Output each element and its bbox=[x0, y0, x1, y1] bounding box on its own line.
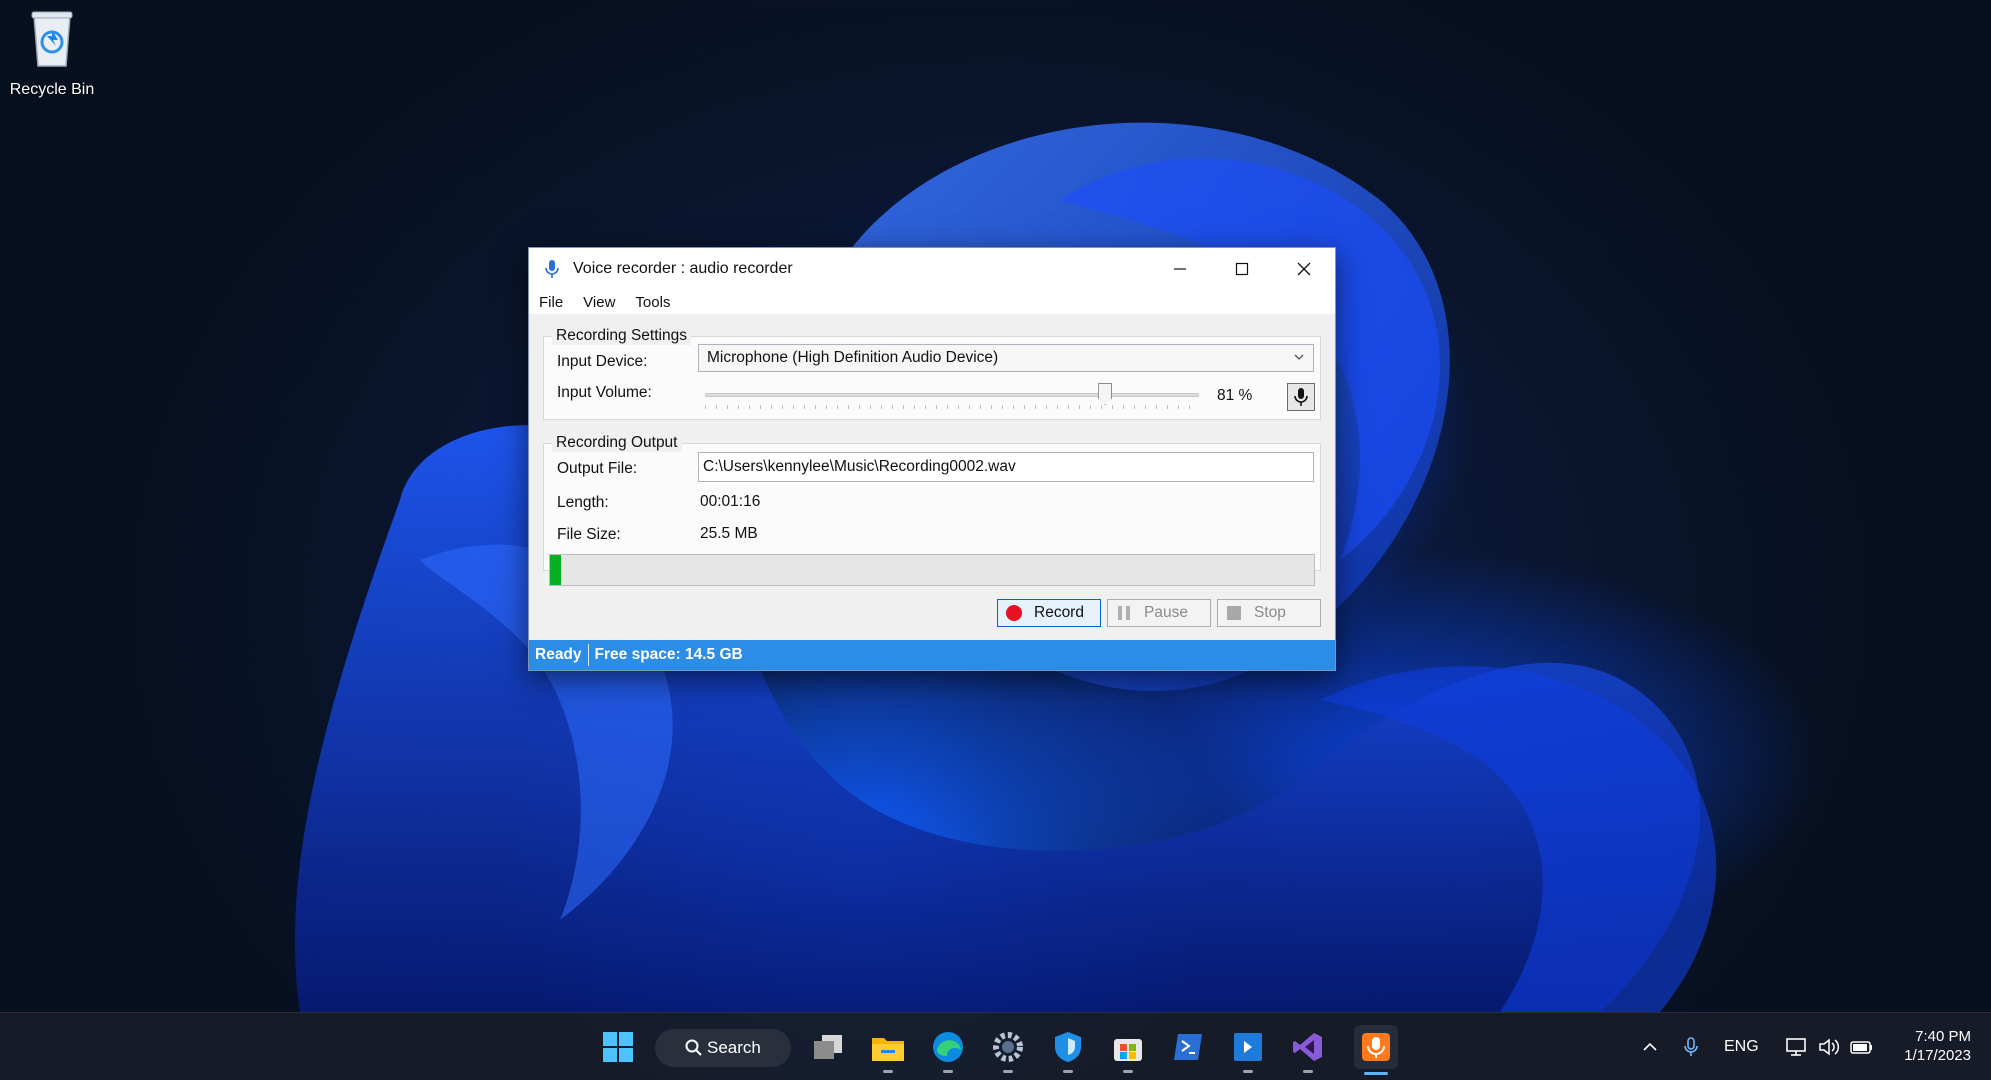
start-icon bbox=[603, 1032, 633, 1062]
settings-icon bbox=[993, 1032, 1023, 1062]
status-free-space: Free space: 14.5 GB bbox=[594, 646, 743, 663]
output-file-field[interactable]: C:\Users\kennylee\Music\Recording0002.wa… bbox=[698, 452, 1314, 482]
voice-recorder-icon bbox=[1362, 1033, 1390, 1061]
security-icon bbox=[1055, 1032, 1081, 1062]
file-size-label: File Size: bbox=[557, 526, 621, 543]
recycle-bin-icon bbox=[31, 11, 73, 67]
input-volume-slider[interactable] bbox=[705, 383, 1199, 409]
microphone-tray-icon[interactable] bbox=[1682, 1036, 1700, 1058]
voice-recorder-button[interactable] bbox=[1354, 1025, 1398, 1075]
language-indicator[interactable]: ENG bbox=[1724, 1038, 1759, 1056]
clock-date: 1/17/2023 bbox=[1904, 1047, 1971, 1064]
maximize-button[interactable] bbox=[1211, 248, 1273, 290]
terminal-button[interactable] bbox=[1168, 1027, 1208, 1067]
security-button[interactable] bbox=[1048, 1027, 1088, 1073]
running-indicator bbox=[943, 1070, 953, 1073]
status-bar: Ready Free space: 14.5 GB bbox=[529, 640, 1335, 670]
progress-fill bbox=[550, 555, 562, 585]
recycle-bin-shortcut[interactable]: Recycle Bin bbox=[4, 8, 100, 99]
taskbar-search[interactable]: Search bbox=[655, 1029, 791, 1067]
minimize-icon bbox=[1174, 268, 1186, 270]
menu-tools[interactable]: Tools bbox=[635, 294, 670, 311]
input-volume-label: Input Volume: bbox=[557, 384, 652, 401]
task-view-icon bbox=[814, 1035, 842, 1059]
status-state: Ready bbox=[535, 646, 582, 663]
search-icon bbox=[685, 1039, 702, 1056]
length-value: 00:01:16 bbox=[700, 493, 761, 510]
battery-icon[interactable] bbox=[1849, 1036, 1875, 1058]
visual-studio-button[interactable] bbox=[1288, 1027, 1328, 1073]
running-indicator bbox=[1303, 1070, 1313, 1073]
record-label: Record bbox=[1034, 604, 1084, 621]
active-indicator bbox=[1364, 1072, 1388, 1075]
running-indicator bbox=[883, 1070, 893, 1073]
recording-settings-title: Recording Settings bbox=[552, 327, 691, 345]
microphone-app-icon bbox=[545, 260, 559, 278]
remote-desktop-icon bbox=[1234, 1033, 1262, 1061]
recycle-bin-label: Recycle Bin bbox=[9, 81, 95, 98]
edge-button[interactable] bbox=[928, 1027, 968, 1073]
input-device-value: Microphone (High Definition Audio Device… bbox=[707, 349, 999, 366]
title-bar[interactable]: Voice recorder : audio recorder bbox=[529, 248, 1335, 290]
pause-button[interactable]: Pause bbox=[1107, 599, 1211, 627]
recording-progress-bar bbox=[549, 554, 1315, 586]
maximize-icon bbox=[1235, 262, 1249, 276]
system-tray: ENG bbox=[1640, 1013, 1875, 1080]
store-button[interactable] bbox=[1108, 1027, 1148, 1073]
taskbar: Search ENG 7:40 PM 1/17/2023 bbox=[0, 1012, 1991, 1080]
file-explorer-button[interactable] bbox=[868, 1027, 908, 1073]
terminal-icon bbox=[1174, 1034, 1202, 1060]
task-view-button[interactable] bbox=[808, 1027, 848, 1067]
input-device-label: Input Device: bbox=[557, 353, 648, 370]
stop-button[interactable]: Stop bbox=[1217, 599, 1321, 627]
pause-label: Pause bbox=[1144, 604, 1188, 621]
input-volume-value: 81 % bbox=[1217, 387, 1253, 404]
voice-recorder-window: Voice recorder : audio recorder File Vie… bbox=[528, 247, 1336, 671]
remote-desktop-button[interactable] bbox=[1228, 1027, 1268, 1073]
menu-view[interactable]: View bbox=[583, 294, 615, 311]
stop-label: Stop bbox=[1254, 604, 1286, 621]
volume-icon[interactable] bbox=[1817, 1036, 1841, 1058]
recording-output-title: Recording Output bbox=[552, 434, 682, 452]
menu-bar: File View Tools bbox=[529, 290, 1335, 314]
microphone-icon bbox=[1294, 388, 1308, 406]
mic-monitor-button[interactable] bbox=[1287, 383, 1315, 411]
record-button[interactable]: Record bbox=[997, 599, 1101, 627]
input-device-select[interactable]: Microphone (High Definition Audio Device… bbox=[698, 344, 1314, 372]
close-icon bbox=[1297, 262, 1311, 276]
search-label: Search bbox=[707, 1038, 761, 1057]
running-indicator bbox=[1123, 1070, 1133, 1073]
start-button[interactable] bbox=[598, 1027, 638, 1067]
stop-icon bbox=[1227, 606, 1241, 620]
chevron-down-icon bbox=[1294, 354, 1304, 360]
menu-file[interactable]: File bbox=[539, 294, 563, 311]
settings-button[interactable] bbox=[988, 1027, 1028, 1073]
pause-icon bbox=[1118, 606, 1130, 620]
record-icon bbox=[1006, 605, 1022, 621]
running-indicator bbox=[1003, 1070, 1013, 1073]
output-file-label: Output File: bbox=[557, 460, 638, 477]
clock[interactable]: 7:40 PM 1/17/2023 bbox=[1904, 1027, 1971, 1065]
file-explorer-icon bbox=[872, 1038, 904, 1061]
clock-time: 7:40 PM bbox=[1915, 1028, 1971, 1045]
running-indicator bbox=[1243, 1070, 1253, 1073]
length-label: Length: bbox=[557, 494, 609, 511]
minimize-button[interactable] bbox=[1149, 248, 1211, 290]
edge-icon bbox=[933, 1032, 963, 1062]
chevron-up-icon[interactable] bbox=[1640, 1037, 1660, 1057]
file-size-value: 25.5 MB bbox=[700, 525, 758, 542]
network-icon[interactable] bbox=[1785, 1036, 1809, 1058]
store-icon bbox=[1114, 1039, 1142, 1061]
window-title: Voice recorder : audio recorder bbox=[573, 260, 793, 277]
close-button[interactable] bbox=[1273, 248, 1335, 290]
slider-thumb[interactable] bbox=[1098, 383, 1113, 405]
running-indicator bbox=[1063, 1070, 1073, 1073]
output-file-value: C:\Users\kennylee\Music\Recording0002.wa… bbox=[703, 458, 1016, 475]
visual-studio-icon bbox=[1293, 1033, 1322, 1061]
